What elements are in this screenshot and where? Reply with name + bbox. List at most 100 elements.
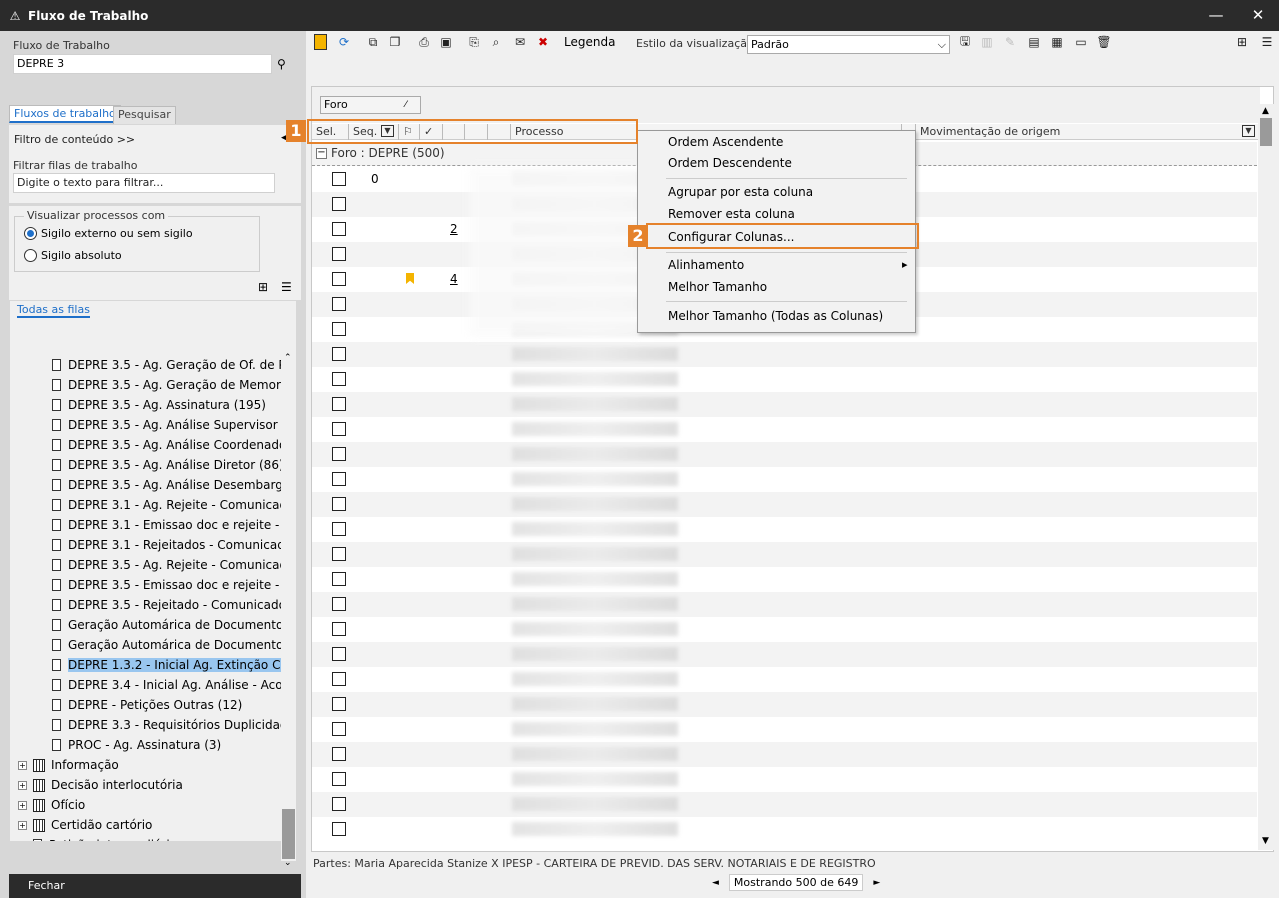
tree-item[interactable]: DEPRE 3.5 - Ag. Rejeite - Comunicado: [52, 555, 296, 575]
find-icon[interactable]: ⌕: [488, 34, 504, 50]
row-checkbox[interactable]: [332, 622, 346, 636]
tree-item[interactable]: DEPRE 3.5 - Ag. Análise Desembargador: [52, 475, 296, 495]
tab-search[interactable]: Pesquisar: [113, 106, 176, 124]
table-row[interactable]: [312, 517, 1257, 542]
row-checkbox[interactable]: [332, 822, 346, 836]
menu-remove-column[interactable]: Remover esta coluna: [668, 207, 795, 221]
filter-dropdown-icon[interactable]: ▼: [1242, 125, 1255, 137]
tree-icon[interactable]: ⊞: [258, 280, 268, 294]
tree-item[interactable]: DEPRE 3.5 - Ag. Análise Diretor (86): [52, 455, 296, 475]
radio-absolute[interactable]: Sigilo absoluto: [24, 249, 122, 262]
tree-item[interactable]: PROC - Ag. Assinatura (3): [52, 735, 296, 755]
scroll-thumb[interactable]: [1260, 118, 1272, 146]
tree-vertical-scrollbar[interactable]: ⌃ ⌄: [281, 351, 296, 868]
workflow-input[interactable]: DEPRE 3: [13, 54, 272, 74]
tree-item[interactable]: DEPRE 3.5 - Ag. Geração de Memorando: [52, 375, 296, 395]
table-row[interactable]: [312, 792, 1257, 817]
comment-icon[interactable]: ✉: [512, 34, 528, 50]
row-checkbox[interactable]: [332, 697, 346, 711]
row-checkbox[interactable]: [332, 722, 346, 736]
table-row[interactable]: [312, 817, 1257, 842]
tree-item[interactable]: DEPRE 3.5 - Ag. Análise Supervisor (72): [52, 415, 296, 435]
tree-folder[interactable]: + Petição intermediária: [18, 835, 290, 841]
menu-best-fit-all[interactable]: Melhor Tamanho (Todas as Colunas): [668, 309, 883, 323]
scroll-thumb[interactable]: [282, 809, 295, 859]
tree-item[interactable]: DEPRE 3.5 - Ag. Geração de Of. de Proc: [52, 355, 296, 375]
export-icon[interactable]: ▤: [1026, 34, 1042, 50]
row-checkbox[interactable]: [332, 747, 346, 761]
table-row[interactable]: [312, 367, 1257, 392]
remove-comment-icon[interactable]: ✖: [535, 34, 551, 50]
row-checkbox[interactable]: [332, 497, 346, 511]
grid-vertical-scrollbar[interactable]: ▲ ▼: [1258, 104, 1274, 850]
tree-item[interactable]: DEPRE 3.1 - Emissao doc e rejeite - Com: [52, 515, 296, 535]
list-icon[interactable]: ☰: [281, 280, 292, 294]
table-row[interactable]: [312, 467, 1257, 492]
row-checkbox[interactable]: [332, 422, 346, 436]
row-checkbox[interactable]: [332, 272, 346, 286]
tree-folder[interactable]: + Decisão interlocutória: [18, 775, 290, 795]
table-row[interactable]: [312, 492, 1257, 517]
tree-folder[interactable]: + Ofício: [18, 795, 290, 815]
row-checkbox[interactable]: [332, 672, 346, 686]
expand-icon[interactable]: +: [18, 780, 27, 790]
scroll-up-icon[interactable]: ⌃: [284, 353, 292, 363]
row-checkbox[interactable]: [332, 447, 346, 461]
row-checkbox[interactable]: [332, 297, 346, 311]
tree-item[interactable]: DEPRE 3.1 - Ag. Rejeite - Comunicado: [52, 495, 296, 515]
table-row[interactable]: [312, 442, 1257, 467]
table-row[interactable]: [312, 567, 1257, 592]
tree-view-icon[interactable]: ⊞: [1234, 34, 1250, 50]
table-row[interactable]: [312, 542, 1257, 567]
row-checkbox[interactable]: [332, 597, 346, 611]
tree-item[interactable]: DEPRE 3.5 - Ag. Análise Coordenador (3: [52, 435, 296, 455]
window-icon[interactable]: ❐: [387, 34, 403, 50]
menu-sort-desc[interactable]: Ordem Descendente: [668, 156, 792, 170]
table-row[interactable]: [312, 692, 1257, 717]
tree-item[interactable]: DEPRE 3.5 - Ag. Assinatura (195): [52, 395, 296, 415]
row-checkbox[interactable]: [332, 322, 346, 336]
row-checkbox[interactable]: [332, 572, 346, 586]
close-window-button[interactable]: ✕: [1241, 0, 1275, 31]
screen-icon[interactable]: ▭: [1073, 34, 1089, 50]
next-page-button[interactable]: ►: [873, 878, 880, 888]
table-row[interactable]: [312, 617, 1257, 642]
tree-item[interactable]: Geração Automárica de Documentos - 1: [52, 615, 296, 635]
row-checkbox[interactable]: [332, 372, 346, 386]
row-checkbox[interactable]: [332, 647, 346, 661]
tree-item[interactable]: DEPRE 3.5 - Emissao doc e rejeite - Com: [52, 575, 296, 595]
legend-button[interactable]: Legenda: [564, 35, 615, 49]
table-row[interactable]: [312, 767, 1257, 792]
table-row[interactable]: [312, 342, 1257, 367]
menu-group-by[interactable]: Agrupar por esta coluna: [668, 185, 813, 199]
row-checkbox[interactable]: [332, 222, 346, 236]
tree-item[interactable]: Geração Automárica de Documentos - 2: [52, 635, 296, 655]
scroll-down-icon[interactable]: ⌄: [284, 858, 292, 868]
trash-icon[interactable]: 🗑: [1096, 34, 1112, 50]
row-checkbox[interactable]: [332, 197, 346, 211]
search-icon[interactable]: ⚲: [277, 57, 286, 71]
folder-icon[interactable]: [314, 34, 327, 50]
table-row[interactable]: [312, 417, 1257, 442]
row-checkbox[interactable]: [332, 247, 346, 261]
menu-sort-asc[interactable]: Ordem Ascendente: [668, 135, 783, 149]
tree-item[interactable]: DEPRE 1.3.2 - Inicial Ag. Extinção CNJ (…: [52, 655, 296, 675]
tree-folder[interactable]: + Certidão cartório: [18, 815, 290, 835]
row-checkbox[interactable]: [332, 797, 346, 811]
expand-icon[interactable]: +: [18, 800, 27, 810]
content-filter-toggle[interactable]: Filtro de conteúdo >>: [14, 133, 135, 146]
print-icon[interactable]: ⎙: [416, 34, 432, 50]
list-view-icon[interactable]: ☰: [1259, 34, 1275, 50]
row-checkbox[interactable]: [332, 397, 346, 411]
row-checkbox[interactable]: [332, 522, 346, 536]
row-seq[interactable]: 4: [450, 272, 458, 286]
copy-icon[interactable]: ⧉: [365, 34, 381, 50]
expand-icon[interactable]: +: [18, 760, 27, 770]
prev-page-button[interactable]: ◄: [712, 878, 719, 888]
expand-icon[interactable]: +: [18, 840, 27, 841]
row-checkbox[interactable]: [332, 172, 346, 186]
table-row[interactable]: [312, 392, 1257, 417]
table-row[interactable]: [312, 642, 1257, 667]
table-row[interactable]: [312, 592, 1257, 617]
expand-icon[interactable]: +: [18, 820, 27, 830]
